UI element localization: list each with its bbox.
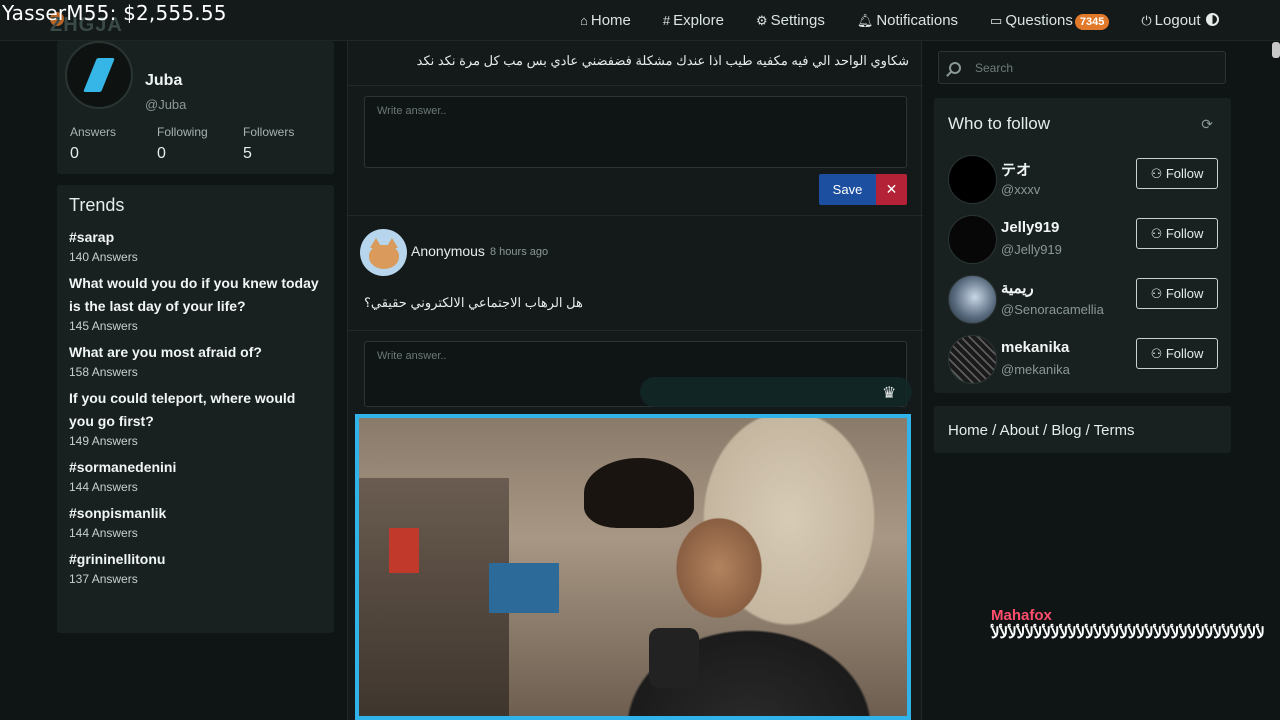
nav-home[interactable]: ⌂ Home (580, 12, 631, 29)
stat-followers[interactable]: Followers 5 (243, 125, 294, 163)
main-nav: ⌂ Home # Explore ⚙ Settings 🔔︎ Notifications… (580, 0, 1233, 41)
nav-explore[interactable]: # Explore (663, 12, 724, 29)
trend-item[interactable]: #sormanedenini 144 Answers (69, 456, 322, 496)
stream-alert-bar (640, 377, 912, 407)
user-handle: @xxxv (1001, 182, 1041, 197)
trend-item[interactable]: #grininellitonu 137 Answers (69, 548, 322, 588)
questions-count-badge: 7345 (1074, 14, 1110, 30)
follow-suggestion: テオ @xxxv ⚇ Follow (948, 155, 1218, 207)
scrollbar[interactable] (1272, 42, 1280, 58)
user-handle: @mekanika (1001, 362, 1070, 377)
avatar[interactable] (360, 229, 407, 276)
chat-username: Mahafox (991, 607, 1052, 624)
nav-settings[interactable]: ⚙ Settings (756, 12, 825, 29)
follow-button[interactable]: ⚇ Follow (1136, 218, 1218, 249)
user-handle: @Jelly919 (1001, 242, 1062, 257)
divider (348, 215, 923, 216)
profile-name[interactable]: Juba (145, 72, 182, 90)
cancel-button[interactable]: ✕ (876, 174, 907, 205)
trend-item[interactable]: #sonpismanlik 144 Answers (69, 502, 322, 542)
trend-item[interactable]: If you could teleport, where would you g… (69, 387, 322, 450)
user-name[interactable]: Jelly919 (1001, 219, 1059, 236)
follow-button[interactable]: ⚇ Follow (1136, 158, 1218, 189)
search-input[interactable] (975, 60, 1205, 75)
divider (348, 330, 923, 331)
trend-item[interactable]: What would you do if you knew today is t… (69, 272, 322, 335)
chat-text: ﻷﻷﻷﻷﻷﻷﻷﻷﻷﻷﻷﻷﻷﻷﻷﻷﻷﻷﻷﻷﻷﻷﻷﻷﻷﻷﻷﻷﻷﻷﻷﻷ (991, 625, 1266, 642)
stat-following[interactable]: Following 0 (157, 125, 208, 163)
microphone-icon (649, 628, 699, 688)
question-text: هل الرهاب الاجتماعي الالكتروني حقيقي؟ (364, 295, 583, 310)
user-plus-icon: ⚇ (1150, 225, 1166, 241)
theme-toggle-icon[interactable] (1206, 13, 1219, 26)
follow-button[interactable]: ⚇ Follow (1136, 278, 1218, 309)
hashtag-icon: # (662, 13, 671, 28)
divider (348, 85, 923, 86)
trends-title: Trends (69, 195, 125, 215)
nav-logout[interactable]: ⏻ Logout (1141, 12, 1200, 29)
gear-icon: ⚙ (755, 12, 768, 28)
refresh-icon[interactable]: ⟳ (1201, 116, 1213, 133)
user-name[interactable]: テオ (1001, 159, 1031, 180)
user-handle: @Senoracamellia (1001, 302, 1104, 317)
nav-questions[interactable]: ▭ Questions 7345 (990, 11, 1110, 30)
question-text: شكاوي الواحد الي فيه مكفيه طيب اذا عندك … (416, 53, 909, 68)
follow-suggestion: Jelly919 @Jelly919 ⚇ Follow (948, 215, 1218, 267)
chat-icon: ▭ (990, 12, 1003, 28)
avatar[interactable] (948, 335, 997, 384)
home-icon: ⌂ (580, 13, 588, 28)
crown-icon: ♛ (882, 385, 897, 402)
nav-notifications[interactable]: 🔔︎ Notifications (857, 12, 958, 29)
webcam-overlay (355, 414, 911, 720)
follow-button[interactable]: ⚇ Follow (1136, 338, 1218, 369)
trend-item[interactable]: What are you most afraid of? 158 Answers (69, 341, 322, 381)
stat-answers[interactable]: Answers 0 (70, 125, 116, 163)
save-button[interactable]: Save (819, 174, 876, 205)
who-to-follow-title: Who to follow (948, 114, 1051, 133)
who-to-follow-panel: Who to follow ⟳ テオ @xxxv ⚇ Follow Jelly9… (934, 98, 1231, 393)
stream-donation-overlay: YasserM55: $2,555.55 (2, 1, 227, 25)
cat-avatar-icon (368, 237, 399, 269)
avatar-logo-icon (83, 58, 115, 92)
user-name[interactable]: ريمية (1001, 279, 1034, 297)
answer-input[interactable]: Write answer.. (364, 96, 907, 168)
user-name[interactable]: mekanika (1001, 339, 1069, 356)
stream-chat-message: Mahafox ﻷﻷﻷﻷﻷﻷﻷﻷﻷﻷﻷﻷﻷﻷﻷﻷﻷﻷﻷﻷﻷﻷﻷﻷﻷﻷﻷﻷﻷﻷﻷﻷ (991, 607, 1280, 642)
user-plus-icon: ⚇ (1150, 345, 1166, 361)
profile-card: Juba @Juba Answers 0 Following 0 Followe… (57, 41, 334, 174)
author-name: Anonymous (411, 243, 485, 259)
user-plus-icon: ⚇ (1150, 165, 1166, 181)
avatar[interactable] (948, 275, 997, 324)
profile-handle: @Juba (145, 97, 187, 112)
trend-item[interactable]: #sarap 140 Answers (69, 226, 322, 266)
trends-panel: Trends #sarap 140 Answers What would you … (57, 185, 334, 633)
follow-suggestion: mekanika @mekanika ⚇ Follow (948, 335, 1218, 387)
search-box[interactable] (938, 51, 1226, 84)
footer-links[interactable]: Home / About / Blog / Terms (934, 406, 1231, 453)
avatar[interactable] (948, 155, 997, 204)
bell-icon: 🔔︎ (856, 12, 874, 28)
search-icon (949, 61, 961, 74)
avatar[interactable] (65, 41, 133, 109)
user-plus-icon: ⚇ (1150, 285, 1166, 301)
follow-suggestion: ريمية @Senoracamellia ⚇ Follow (948, 275, 1218, 327)
post-timestamp: 8 hours ago (490, 246, 549, 258)
logout-icon: ⏻ (1141, 12, 1152, 28)
avatar[interactable] (948, 215, 997, 264)
